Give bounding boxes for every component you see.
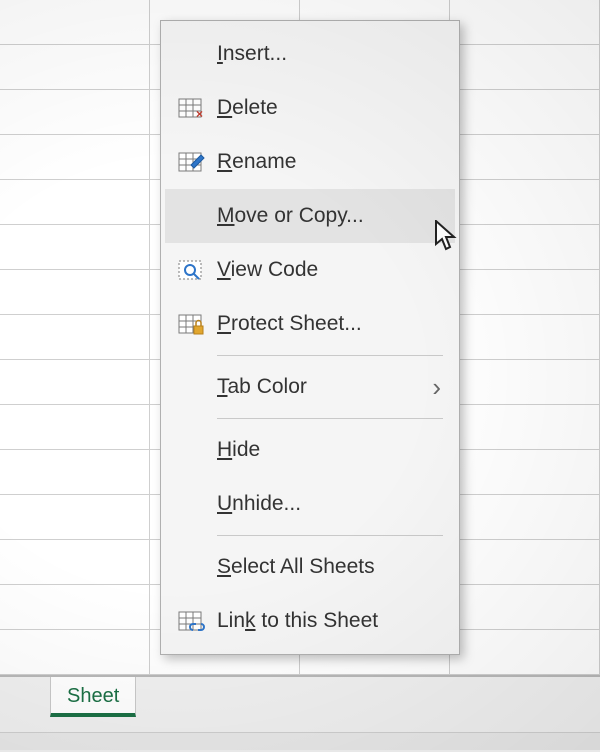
- empty-icon: [171, 432, 211, 468]
- menu-item-link-to-this-sheet[interactable]: Link to this Sheet: [165, 594, 455, 648]
- empty-icon: [171, 369, 211, 405]
- empty-icon: [171, 198, 211, 234]
- menu-item-delete[interactable]: × Delete: [165, 81, 455, 135]
- menu-separator: [217, 418, 443, 419]
- chevron-right-icon: ›: [432, 372, 445, 403]
- menu-item-hide[interactable]: Hide: [165, 423, 455, 477]
- protect-sheet-icon: [171, 306, 211, 342]
- menu-separator: [217, 355, 443, 356]
- empty-icon: [171, 549, 211, 585]
- menu-item-insert[interactable]: Insert...: [165, 27, 455, 81]
- sheet-tab-label: Sheet: [67, 685, 119, 708]
- menu-item-protect-sheet[interactable]: Protect Sheet...: [165, 297, 455, 351]
- status-bar-region: [0, 732, 600, 752]
- menu-separator: [217, 535, 443, 536]
- menu-item-label: View Code: [211, 258, 445, 282]
- menu-item-label: Tab Color: [211, 375, 432, 399]
- sheet-tab-context-menu[interactable]: Insert... × Delete Rename Move or Copy... Vie…: [160, 20, 460, 655]
- menu-item-unhide[interactable]: Unhide...: [165, 477, 455, 531]
- delete-sheet-icon: ×: [171, 90, 211, 126]
- menu-item-label: Select All Sheets: [211, 555, 445, 579]
- empty-icon: [171, 36, 211, 72]
- menu-item-tab-color[interactable]: Tab Color›: [165, 360, 455, 414]
- link-sheet-icon: [171, 603, 211, 639]
- menu-item-label: Protect Sheet...: [211, 312, 445, 336]
- menu-item-move-or-copy[interactable]: Move or Copy...: [165, 189, 455, 243]
- menu-item-label: Rename: [211, 150, 445, 174]
- menu-item-label: Unhide...: [211, 492, 445, 516]
- active-sheet-tab[interactable]: Sheet: [50, 677, 136, 717]
- menu-item-label: Delete: [211, 96, 445, 120]
- menu-item-rename[interactable]: Rename: [165, 135, 455, 189]
- menu-item-label: Move or Copy...: [211, 204, 445, 228]
- menu-item-label: Insert...: [211, 42, 445, 66]
- menu-item-label: Link to this Sheet: [211, 609, 445, 633]
- rename-sheet-icon: [171, 144, 211, 180]
- view-code-icon: [171, 252, 211, 288]
- sheet-tab-bar[interactable]: Sheet: [0, 677, 600, 732]
- menu-item-label: Hide: [211, 438, 445, 462]
- empty-icon: [171, 486, 211, 522]
- svg-text:×: ×: [196, 107, 203, 120]
- menu-item-view-code[interactable]: View Code: [165, 243, 455, 297]
- menu-item-select-all-sheets[interactable]: Select All Sheets: [165, 540, 455, 594]
